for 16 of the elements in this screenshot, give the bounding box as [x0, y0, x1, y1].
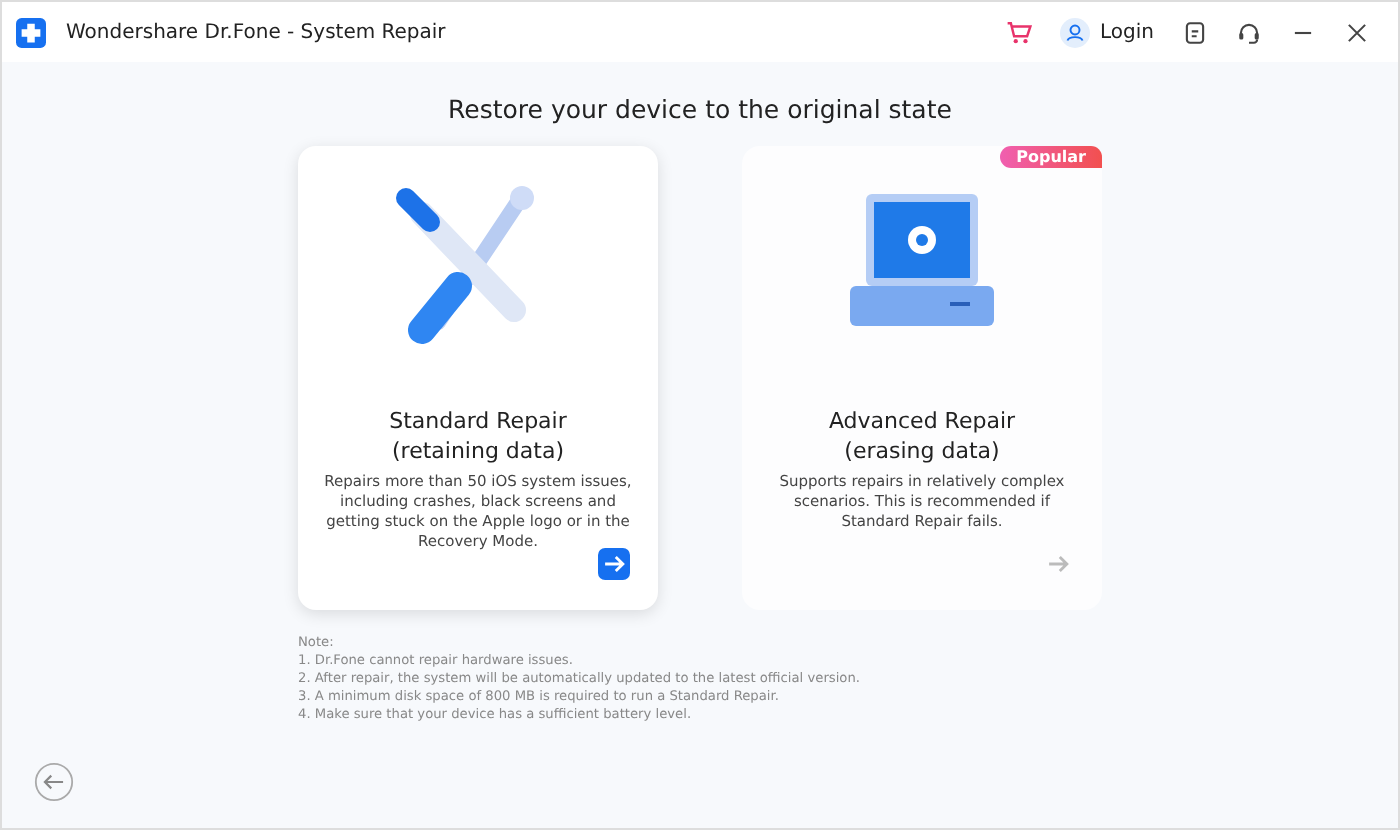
popular-badge: Popular: [1000, 146, 1102, 168]
close-icon[interactable]: [1344, 19, 1370, 45]
back-button[interactable]: [34, 762, 74, 802]
app-logo-icon: [16, 17, 46, 47]
login-button[interactable]: Login: [1060, 17, 1154, 47]
user-icon: [1060, 17, 1091, 47]
headset-icon[interactable]: [1236, 19, 1262, 45]
cart-icon[interactable]: [1006, 19, 1033, 45]
card-subtitle: (retaining data): [392, 436, 564, 466]
feedback-icon[interactable]: [1182, 19, 1208, 45]
card-title: Standard Repair: [389, 406, 567, 436]
page-heading: Restore your device to the original state: [448, 94, 952, 124]
card-title: Advanced Repair: [828, 406, 1016, 436]
window-title: Wondershare Dr.Fone - System Repair: [66, 21, 446, 43]
next-button[interactable]: [598, 548, 630, 580]
card-subtitle: (erasing data): [844, 436, 1000, 466]
